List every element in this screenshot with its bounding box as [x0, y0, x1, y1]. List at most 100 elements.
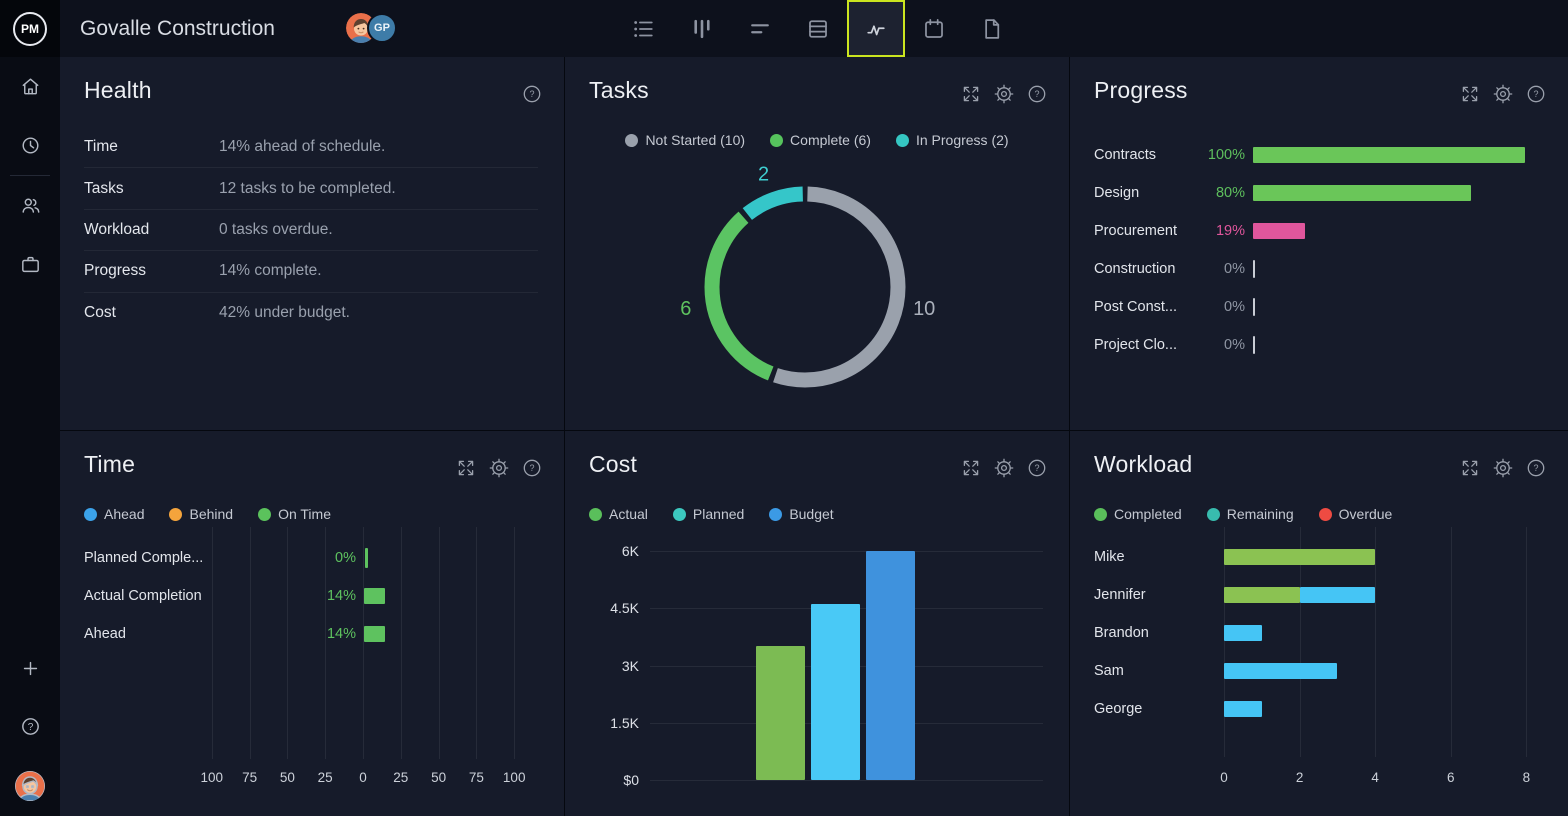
workload-bar-completed — [1224, 549, 1376, 565]
x-axis-label: 4 — [1371, 770, 1379, 785]
pulse-icon — [867, 24, 885, 35]
sidebar-user-avatar[interactable] — [0, 771, 60, 801]
workload-bar-remaining — [1299, 587, 1376, 603]
cost-bar-planned — [811, 604, 860, 780]
progress-bar — [1253, 147, 1525, 163]
workload-row-label: George — [1094, 701, 1143, 717]
x-axis-label: 25 — [393, 770, 409, 785]
x-axis-label: 50 — [279, 770, 295, 785]
home-icon — [22, 78, 38, 95]
toolbar-calendar-view[interactable] — [905, 0, 963, 57]
time-row-value: 14% — [326, 626, 356, 642]
panel-cost: Cost ? Actual Planned Budget 6K 4.5K 3K 1.5K $… — [565, 431, 1069, 816]
pm-logo[interactable]: PM — [13, 11, 47, 46]
svg-text:?: ? — [529, 89, 534, 99]
toolbar-list-view[interactable] — [615, 0, 673, 57]
x-axis-label: 75 — [242, 770, 258, 785]
gridline — [476, 527, 478, 759]
y-axis-label: 1.5K — [610, 714, 639, 731]
settings-gear-icon[interactable] — [994, 84, 1014, 104]
cost-column-chart: 6K 4.5K 3K 1.5K $0 — [565, 431, 1069, 816]
logo-cell: PM — [0, 0, 60, 57]
svg-text:?: ? — [1034, 89, 1039, 99]
list-icon — [634, 20, 653, 37]
sidebar-item-home[interactable] — [0, 75, 60, 98]
gridline — [438, 527, 440, 759]
health-row-value: 0 tasks overdue. — [219, 220, 333, 238]
workload-row-label: Mike — [1094, 549, 1125, 565]
progress-row-label: Design — [1094, 185, 1140, 201]
health-row-label: Tasks — [84, 179, 124, 197]
time-bar — [364, 588, 386, 604]
sidebar-item-recent[interactable] — [0, 134, 60, 157]
gridline — [249, 527, 251, 759]
x-axis-label: 75 — [468, 770, 484, 785]
toolbar-gantt-view[interactable] — [731, 0, 789, 57]
panel-workload: Workload ? Completed Remaining Overdue 024… — [1070, 431, 1568, 816]
gridline — [363, 527, 364, 759]
cost-bar-budget — [866, 551, 915, 780]
progress-row-label: Procurement — [1094, 223, 1178, 239]
gridline — [211, 527, 213, 759]
panel-health: Health ? Time 14% ahead of schedule. Tasks… — [60, 57, 564, 430]
sidebar-add-button[interactable] — [0, 657, 60, 680]
legend-item: Not Started (10) — [625, 132, 745, 148]
progress-bar-chart: Contracts 100% Design 80% Procurement 19% Cons… — [1070, 57, 1568, 430]
time-row-label: Ahead — [84, 626, 126, 642]
x-axis-label: 100 — [200, 770, 224, 785]
progress-bar — [1253, 223, 1305, 239]
toolbar-docs-view[interactable] — [963, 0, 1021, 57]
progress-row-label: Project Clo... — [1094, 337, 1177, 353]
help-icon[interactable]: ? — [1027, 84, 1047, 104]
x-axis-label: 25 — [317, 770, 333, 785]
health-row-value: 14% ahead of schedule. — [219, 138, 386, 156]
health-rows: Time 14% ahead of schedule. Tasks 12 tasks … — [84, 127, 538, 333]
gridline — [514, 527, 516, 759]
x-axis-label: 2 — [1295, 770, 1304, 785]
project-title: Govalle Construction — [80, 17, 275, 40]
donut-slice-count: 10 — [913, 298, 935, 320]
sidebar-item-portfolio[interactable] — [0, 253, 60, 276]
workload-bar-remaining — [1224, 625, 1262, 641]
legend-label: In Progress (2) — [915, 132, 1009, 148]
workload-row-label: Jennifer — [1094, 587, 1146, 603]
expand-icon[interactable] — [961, 84, 981, 104]
y-axis-label: 3K — [621, 657, 639, 674]
sidebar-help-button[interactable]: ? — [0, 715, 60, 738]
health-row: Time 14% ahead of schedule. — [84, 127, 538, 169]
sidebar-item-team[interactable] — [0, 194, 60, 217]
progress-row-value: 0% — [1224, 337, 1245, 353]
gridline — [1375, 527, 1377, 757]
x-axis-label: 0 — [359, 770, 367, 785]
time-row-label: Actual Completion — [84, 588, 202, 604]
health-row: Progress 14% complete. — [84, 251, 538, 293]
progress-bar — [1253, 185, 1471, 201]
dashboard-grid: Health ? Time 14% ahead of schedule. Tasks… — [60, 57, 1568, 816]
health-row: Workload 0 tasks overdue. — [84, 210, 538, 252]
workload-row-label: Brandon — [1094, 625, 1149, 641]
donut-slice-count: 2 — [758, 163, 769, 185]
progress-row-value: 19% — [1215, 223, 1245, 239]
panel-actions: ? — [522, 84, 542, 104]
toolbar-board-view[interactable] — [673, 0, 731, 57]
help-icon[interactable]: ? — [522, 84, 542, 104]
toolbar-dashboard-view[interactable] — [847, 0, 905, 57]
table-icon — [809, 19, 827, 38]
clock-icon — [21, 137, 39, 154]
workload-bar-remaining — [1224, 663, 1338, 679]
project-members[interactable]: GP — [346, 13, 397, 43]
view-toolbar — [615, 0, 1021, 57]
member-avatar-initials[interactable]: GP — [367, 13, 397, 43]
legend-label: Complete (6) — [790, 132, 871, 148]
progress-row-value: 100% — [1207, 147, 1245, 163]
toolbar-table-view[interactable] — [789, 0, 847, 57]
zero-tick — [1253, 298, 1255, 316]
sidebar-divider — [10, 175, 50, 176]
x-axis-label: 0 — [1220, 770, 1228, 785]
y-axis-label: 6K — [621, 543, 639, 559]
tasks-donut-chart: 10 6 2 — [670, 157, 950, 422]
legend-dot — [895, 133, 909, 147]
board-columns-icon — [694, 19, 710, 38]
health-row-label: Time — [84, 138, 118, 156]
health-row-label: Progress — [84, 262, 147, 280]
